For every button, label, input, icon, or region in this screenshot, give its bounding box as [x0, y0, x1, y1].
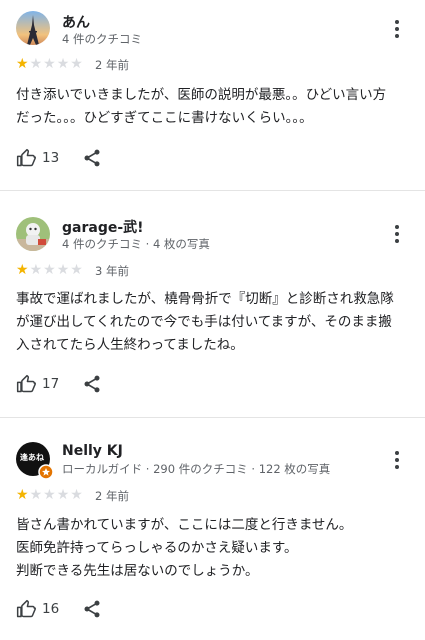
review-text-line: 事故で運ばれましたが、橈骨骨折で『切断』と診断され救急隊	[16, 291, 394, 307]
dot-icon	[395, 465, 399, 469]
thumbs-up-icon	[16, 374, 36, 393]
review-text-line: 判断できる先生は居ないのでしょうか。	[16, 563, 259, 579]
review-text: 事故で運ばれましたが、橈骨骨折で『切断』と診断され救急隊 が運び出してくれたので今…	[16, 288, 411, 357]
star-empty-icon: ★	[43, 487, 56, 503]
dot-icon	[395, 451, 399, 455]
star-empty-icon: ★	[43, 56, 56, 72]
like-button[interactable]: 17	[16, 374, 59, 394]
review-card: garage-武! 4 件のクチコミ · 4 枚の写真 ★ ★ ★ ★ ★ 3 年前 事…	[0, 191, 425, 417]
avatar[interactable]	[16, 217, 50, 251]
more-options-button[interactable]	[384, 14, 410, 44]
review-date: 2 年前	[95, 58, 129, 72]
review-date: 2 年前	[95, 489, 129, 503]
dot-icon	[395, 239, 399, 243]
more-options-button[interactable]	[384, 219, 410, 249]
review-text-line: 医師免許持ってらっしゃるのかさえ疑います。	[16, 540, 298, 556]
review-text-line: だった。。。ひどすぎてここに書けないくらい。。。	[16, 110, 313, 126]
star-filled-icon: ★	[16, 56, 29, 72]
star-rating: ★ ★ ★ ★ ★	[16, 263, 83, 277]
star-empty-icon: ★	[56, 56, 70, 72]
star-empty-icon: ★	[70, 487, 83, 503]
star-empty-icon: ★	[70, 56, 83, 72]
star-empty-icon: ★	[56, 487, 70, 503]
star-empty-icon: ★	[56, 262, 70, 278]
share-button[interactable]	[82, 148, 102, 172]
reviewer-name[interactable]: Nelly KJ	[62, 443, 123, 459]
share-button[interactable]	[82, 374, 102, 398]
share-button[interactable]	[82, 599, 102, 623]
review-text-line: 入されてたら人生終わってましたね。	[16, 337, 244, 353]
reviewer-name[interactable]: garage-武!	[62, 217, 144, 237]
like-count: 13	[42, 150, 60, 166]
star-rating: ★ ★ ★ ★ ★	[16, 488, 83, 502]
share-icon	[84, 600, 100, 618]
like-button[interactable]: 16	[16, 599, 59, 619]
review-card: 逢あね Nelly KJ ローカルガイド · 290 件のクチコミ · 122 …	[0, 418, 425, 640]
dot-icon	[395, 20, 399, 24]
review-text: 付き添いでいきましたが、医師の説明が最悪。。ひどい言い方 だった。。。ひどすぎてこ…	[16, 84, 411, 130]
dot-icon	[395, 232, 399, 236]
reviewer-meta: 4 件のクチコミ · 4 枚の写真	[62, 237, 210, 251]
star-filled-icon: ★	[16, 487, 29, 503]
dot-icon	[395, 34, 399, 38]
share-icon	[84, 149, 100, 167]
star-empty-icon: ★	[29, 262, 43, 278]
review-text-line: 付き添いでいきましたが、医師の説明が最悪。。ひどい言い方	[16, 87, 387, 103]
dot-icon	[395, 458, 399, 462]
review-text: 皆さん書かれていますが、ここには二度と行きません。 医師免許持ってらっしゃるのかさ…	[16, 514, 411, 583]
avatar[interactable]: 逢あね	[16, 442, 54, 480]
star-filled-icon: ★	[16, 262, 29, 278]
thumbs-up-icon	[16, 599, 36, 618]
eiffel-tower-photo-icon	[16, 11, 50, 45]
reviewer-meta: ローカルガイド · 290 件のクチコミ · 122 枚の写真	[62, 462, 331, 476]
star-empty-icon: ★	[70, 262, 83, 278]
review-card: あん 4 件のクチコミ ★ ★ ★ ★ ★ 2 年前 付き添いでいきましたが、医師の説明…	[0, 0, 425, 190]
review-text-line: が運び出してくれたので今でも手は付いてますが、そのまま搬	[16, 314, 392, 330]
reviewer-meta: 4 件のクチコミ	[62, 32, 142, 46]
more-options-button[interactable]	[384, 445, 410, 475]
like-count: 17	[42, 376, 60, 392]
avatar-logo-text: 逢あね	[20, 453, 44, 462]
character-photo-icon	[16, 217, 50, 251]
review-date: 3 年前	[95, 264, 129, 278]
dot-icon	[395, 27, 399, 31]
dot-icon	[395, 225, 399, 229]
review-text-line: 皆さん書かれていますが、ここには二度と行きません。	[16, 517, 353, 533]
thumbs-up-icon	[16, 148, 36, 167]
avatar[interactable]	[16, 11, 50, 45]
like-button[interactable]: 13	[16, 148, 59, 168]
like-count: 16	[42, 601, 60, 617]
share-icon	[84, 375, 100, 393]
reviewer-name[interactable]: あん	[62, 12, 90, 32]
star-rating: ★ ★ ★ ★ ★	[16, 57, 83, 71]
star-empty-icon: ★	[29, 56, 43, 72]
star-empty-icon: ★	[29, 487, 43, 503]
star-empty-icon: ★	[43, 262, 56, 278]
